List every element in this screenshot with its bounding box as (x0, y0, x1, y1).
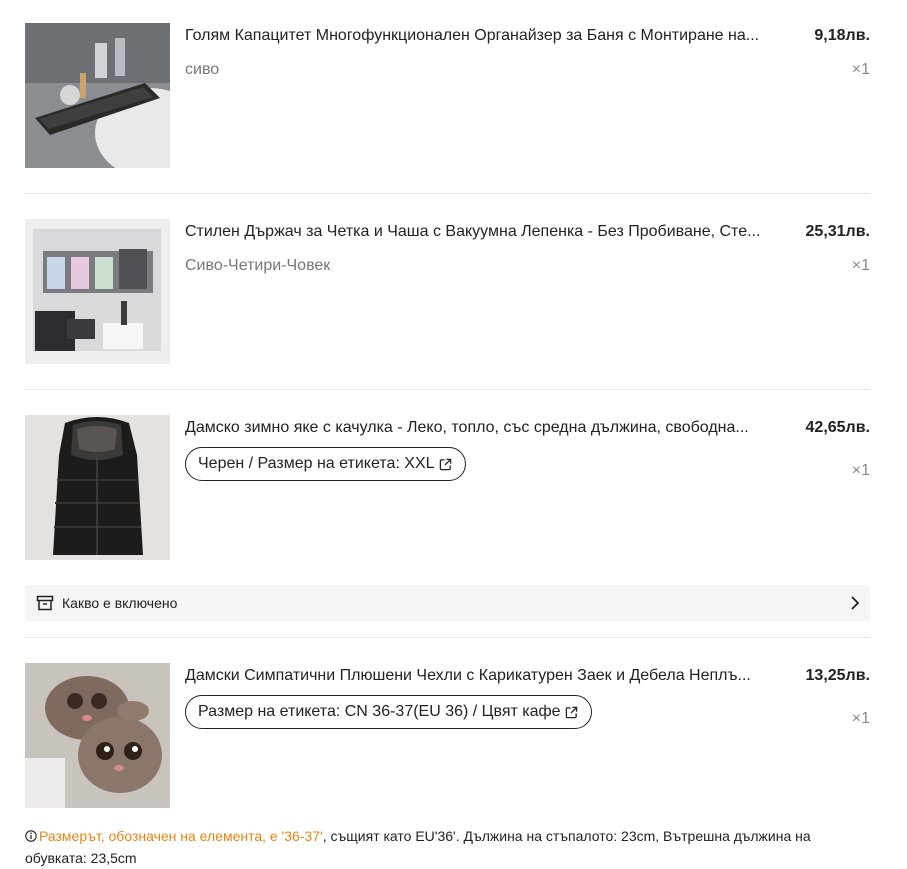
product-price: 42,65лв. (805, 419, 870, 436)
product-title[interactable]: Дамски Симпатични Плюшени Чехли с Карика… (185, 665, 805, 687)
divider (25, 637, 870, 638)
quantity: ×1 (851, 710, 870, 727)
chevron-right-icon (851, 596, 860, 610)
divider (25, 193, 870, 194)
whats-included-row[interactable]: Какво е включено (25, 585, 870, 621)
edit-external-icon (565, 706, 577, 718)
archive-box-icon (36, 595, 54, 611)
product-price: 13,25лв. (805, 667, 870, 684)
product-image[interactable] (25, 23, 170, 168)
quantity: ×1 (851, 61, 870, 78)
cart-item[interactable]: Дамско зимно яке с качулка - Леко, топло… (25, 415, 870, 560)
size-note: Размерът, обозначен на елемента, е '36-3… (25, 825, 845, 869)
product-image[interactable] (25, 219, 170, 364)
product-price: 9,18лв. (814, 27, 870, 44)
product-title[interactable]: Стилен Държач за Четка и Чаша с Вакуумна… (185, 221, 805, 243)
variant-label: Размер на етикета: CN 36-37(EU 36) / Цвя… (198, 703, 561, 720)
product-image[interactable] (25, 663, 170, 808)
cart-item[interactable]: Стилен Държач за Четка и Чаша с Вакуумна… (25, 219, 870, 364)
edit-external-icon (439, 458, 451, 470)
variant-selector[interactable]: Размер на етикета: CN 36-37(EU 36) / Цвя… (185, 695, 592, 729)
product-title[interactable]: Дамско зимно яке с качулка - Леко, топло… (185, 417, 805, 439)
variant-label: Черен / Размер на етикета: XXL (198, 455, 435, 472)
quantity: ×1 (851, 257, 870, 274)
product-price: 25,31лв. (805, 223, 870, 240)
product-variant: Сиво-Четири-Човек (185, 257, 331, 274)
cart-item[interactable]: Голям Капацитет Многофункционален Органа… (25, 23, 870, 168)
quantity: ×1 (851, 462, 870, 479)
size-warning: Размерът, обозначен на елемента, е '36-3… (39, 828, 323, 844)
product-title[interactable]: Голям Капацитет Многофункционален Органа… (185, 25, 805, 47)
info-icon (25, 830, 37, 842)
product-image[interactable] (25, 415, 170, 560)
product-variant: сиво (185, 61, 220, 78)
cart-item[interactable]: Дамски Симпатични Плюшени Чехли с Карика… (25, 663, 870, 808)
variant-selector[interactable]: Черен / Размер на етикета: XXL (185, 447, 466, 481)
divider (25, 389, 870, 390)
whats-included-label: Какво е включено (62, 595, 178, 611)
